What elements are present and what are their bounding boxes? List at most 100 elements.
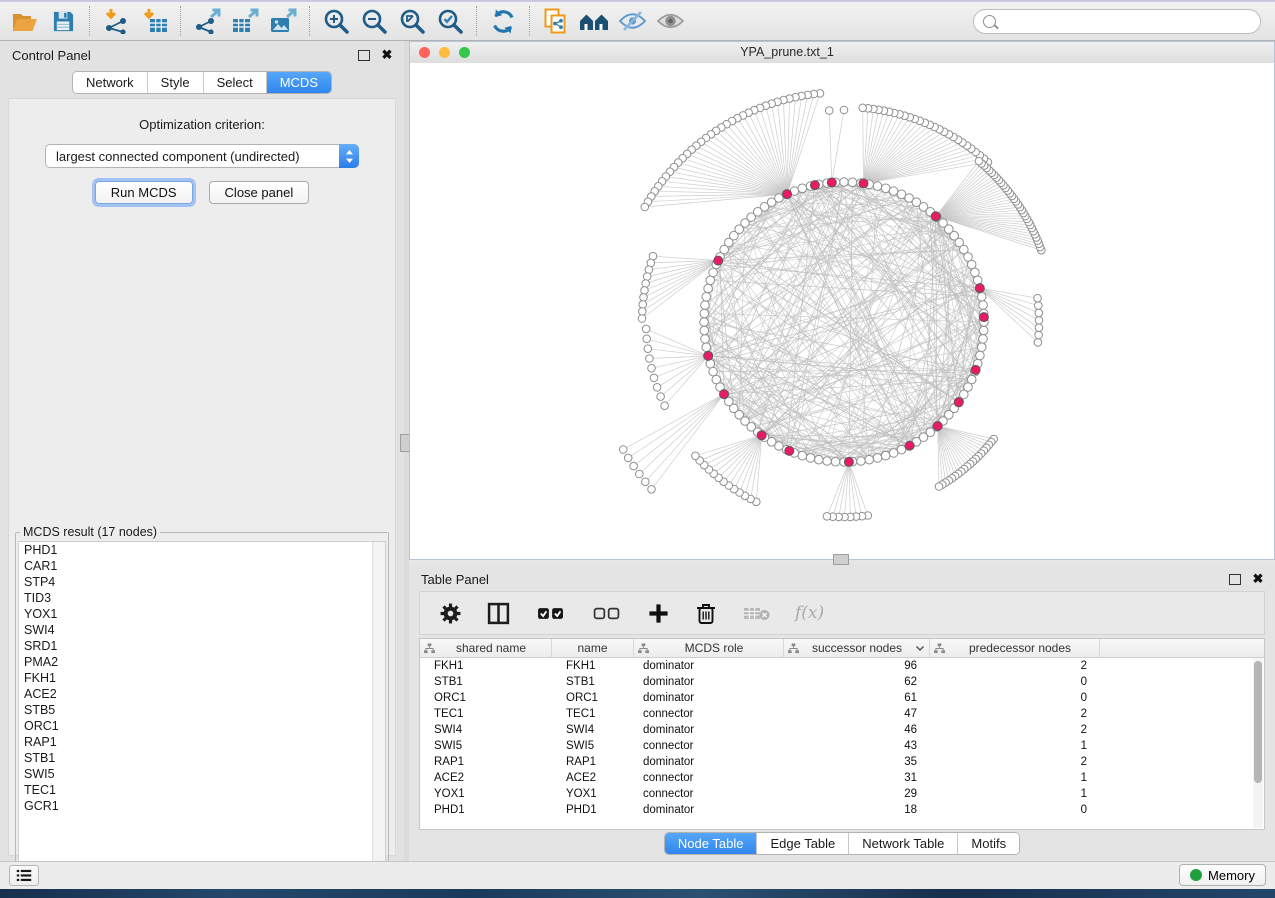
mcds-result-item[interactable]: RAP1 [19, 734, 385, 750]
close-panel-button[interactable]: ✖ [380, 48, 394, 62]
network-leaf-node[interactable] [648, 486, 656, 494]
tab-select[interactable]: Select [204, 72, 267, 93]
mcds-result-item[interactable]: GCR1 [19, 798, 385, 814]
network-node[interactable] [700, 318, 709, 327]
table-row[interactable]: TEC1TEC1connector472 [420, 706, 1264, 722]
mcds-result-item[interactable]: STB1 [19, 750, 385, 766]
mcds-result-item[interactable]: CAR1 [19, 558, 385, 574]
network-node[interactable] [831, 457, 840, 466]
search-input[interactable] [1002, 13, 1251, 30]
network-node[interactable] [857, 457, 866, 466]
network-leaf-node[interactable] [650, 374, 658, 382]
network-node[interactable] [977, 293, 986, 302]
network-leaf-node[interactable] [639, 308, 647, 316]
refresh-button[interactable] [484, 4, 522, 38]
add-column-button[interactable] [645, 600, 671, 626]
network-leaf-node[interactable] [638, 315, 646, 323]
first-neighbors-button[interactable] [575, 4, 613, 38]
network-node[interactable] [881, 451, 890, 460]
network-leaf-node[interactable] [642, 325, 650, 333]
table-row[interactable]: FKH1FKH1dominator962 [420, 658, 1264, 674]
network-node[interactable] [971, 268, 980, 277]
network-node[interactable] [701, 335, 710, 344]
mcds-hub-node[interactable] [933, 422, 942, 431]
mcds-result-item[interactable]: SWI4 [19, 622, 385, 638]
network-leaf-node[interactable] [1034, 339, 1042, 347]
table-scrollbar-thumb[interactable] [1254, 661, 1262, 783]
network-leaf-node[interactable] [642, 280, 650, 288]
network-node[interactable] [700, 309, 709, 318]
delete-column-button[interactable] [693, 600, 719, 626]
mcds-hub-node[interactable] [714, 256, 723, 265]
mcds-result-item[interactable]: PMA2 [19, 654, 385, 670]
network-leaf-node[interactable] [840, 106, 848, 114]
table-row[interactable]: STB1STB1dominator620 [420, 674, 1264, 690]
network-leaf-node[interactable] [645, 266, 653, 274]
mcds-hub-node[interactable] [704, 351, 713, 360]
mcds-hub-node[interactable] [810, 181, 819, 190]
network-node[interactable] [702, 343, 711, 352]
mcds-hub-node[interactable] [785, 446, 794, 455]
mcds-hub-node[interactable] [827, 178, 836, 187]
network-titlebar[interactable]: YPA_prune.txt_1 [410, 42, 1274, 64]
zoom-in-button[interactable] [317, 4, 355, 38]
network-node[interactable] [709, 367, 718, 376]
splitter-handle[interactable] [833, 554, 849, 565]
mcds-result-item[interactable]: YOX1 [19, 606, 385, 622]
table-row[interactable]: ACE2ACE2connector311 [420, 770, 1264, 786]
network-leaf-node[interactable] [630, 462, 638, 470]
mcds-hub-node[interactable] [971, 365, 980, 374]
mcds-hub-node[interactable] [757, 431, 766, 440]
network-graph[interactable] [410, 63, 1274, 559]
memory-button[interactable]: Memory [1179, 864, 1266, 886]
network-node[interactable] [977, 343, 986, 352]
network-node[interactable] [798, 184, 807, 193]
import-network-button[interactable] [97, 4, 135, 38]
network-leaf-node[interactable] [823, 513, 831, 521]
network-leaf-node[interactable] [653, 384, 661, 392]
network-node[interactable] [815, 455, 824, 464]
table-settings-button[interactable] [437, 600, 463, 626]
network-leaf-node[interactable] [648, 364, 656, 372]
mcds-result-item[interactable]: ACE2 [19, 686, 385, 702]
network-node[interactable] [700, 326, 709, 335]
network-leaf-node[interactable] [935, 483, 943, 491]
save-session-button[interactable] [44, 4, 82, 38]
mcds-hub-node[interactable] [720, 390, 729, 399]
close-table-panel-button[interactable]: ✖ [1251, 572, 1265, 586]
tab-motifs[interactable]: Motifs [958, 833, 1019, 854]
float-table-panel-button[interactable] [1228, 572, 1242, 586]
hide-selected-button[interactable] [613, 4, 651, 38]
mcds-hub-node[interactable] [783, 190, 792, 199]
network-leaf-node[interactable] [657, 393, 665, 401]
mcds-hub-node[interactable] [859, 179, 868, 188]
column-header-name[interactable]: name [552, 639, 634, 657]
mcds-hub-node[interactable] [979, 313, 988, 322]
deselect-all-rows-button[interactable] [589, 600, 623, 626]
network-leaf-node[interactable] [624, 454, 632, 462]
zoom-selected-button[interactable] [431, 4, 469, 38]
network-node[interactable] [897, 445, 906, 454]
network-node[interactable] [704, 284, 713, 293]
column-header-predecessor-nodes[interactable]: predecessor nodes [930, 639, 1100, 657]
network-leaf-node[interactable] [661, 402, 669, 410]
mcds-list-scrollbar[interactable] [372, 542, 385, 895]
network-node[interactable] [889, 449, 898, 458]
mcds-result-item[interactable]: STB5 [19, 702, 385, 718]
network-node[interactable] [706, 276, 715, 285]
mcds-result-item[interactable]: TID3 [19, 590, 385, 606]
mcds-hub-node[interactable] [844, 457, 853, 466]
close-panel-action-button[interactable]: Close panel [209, 181, 310, 204]
network-node[interactable] [798, 451, 807, 460]
tab-mcds[interactable]: MCDS [267, 72, 331, 93]
network-leaf-node[interactable] [641, 287, 649, 295]
network-leaf-node[interactable] [643, 335, 651, 343]
tab-network[interactable]: Network [73, 72, 148, 93]
tab-network-table[interactable]: Network Table [849, 833, 958, 854]
table-row[interactable]: PHD1PHD1dominator180 [420, 802, 1264, 818]
mcds-result-item[interactable]: TEC1 [19, 782, 385, 798]
table-row[interactable]: YOX1YOX1connector291 [420, 786, 1264, 802]
tab-node-table[interactable]: Node Table [665, 833, 758, 854]
column-header-shared-name[interactable]: shared name [420, 639, 552, 657]
network-node[interactable] [881, 184, 890, 193]
